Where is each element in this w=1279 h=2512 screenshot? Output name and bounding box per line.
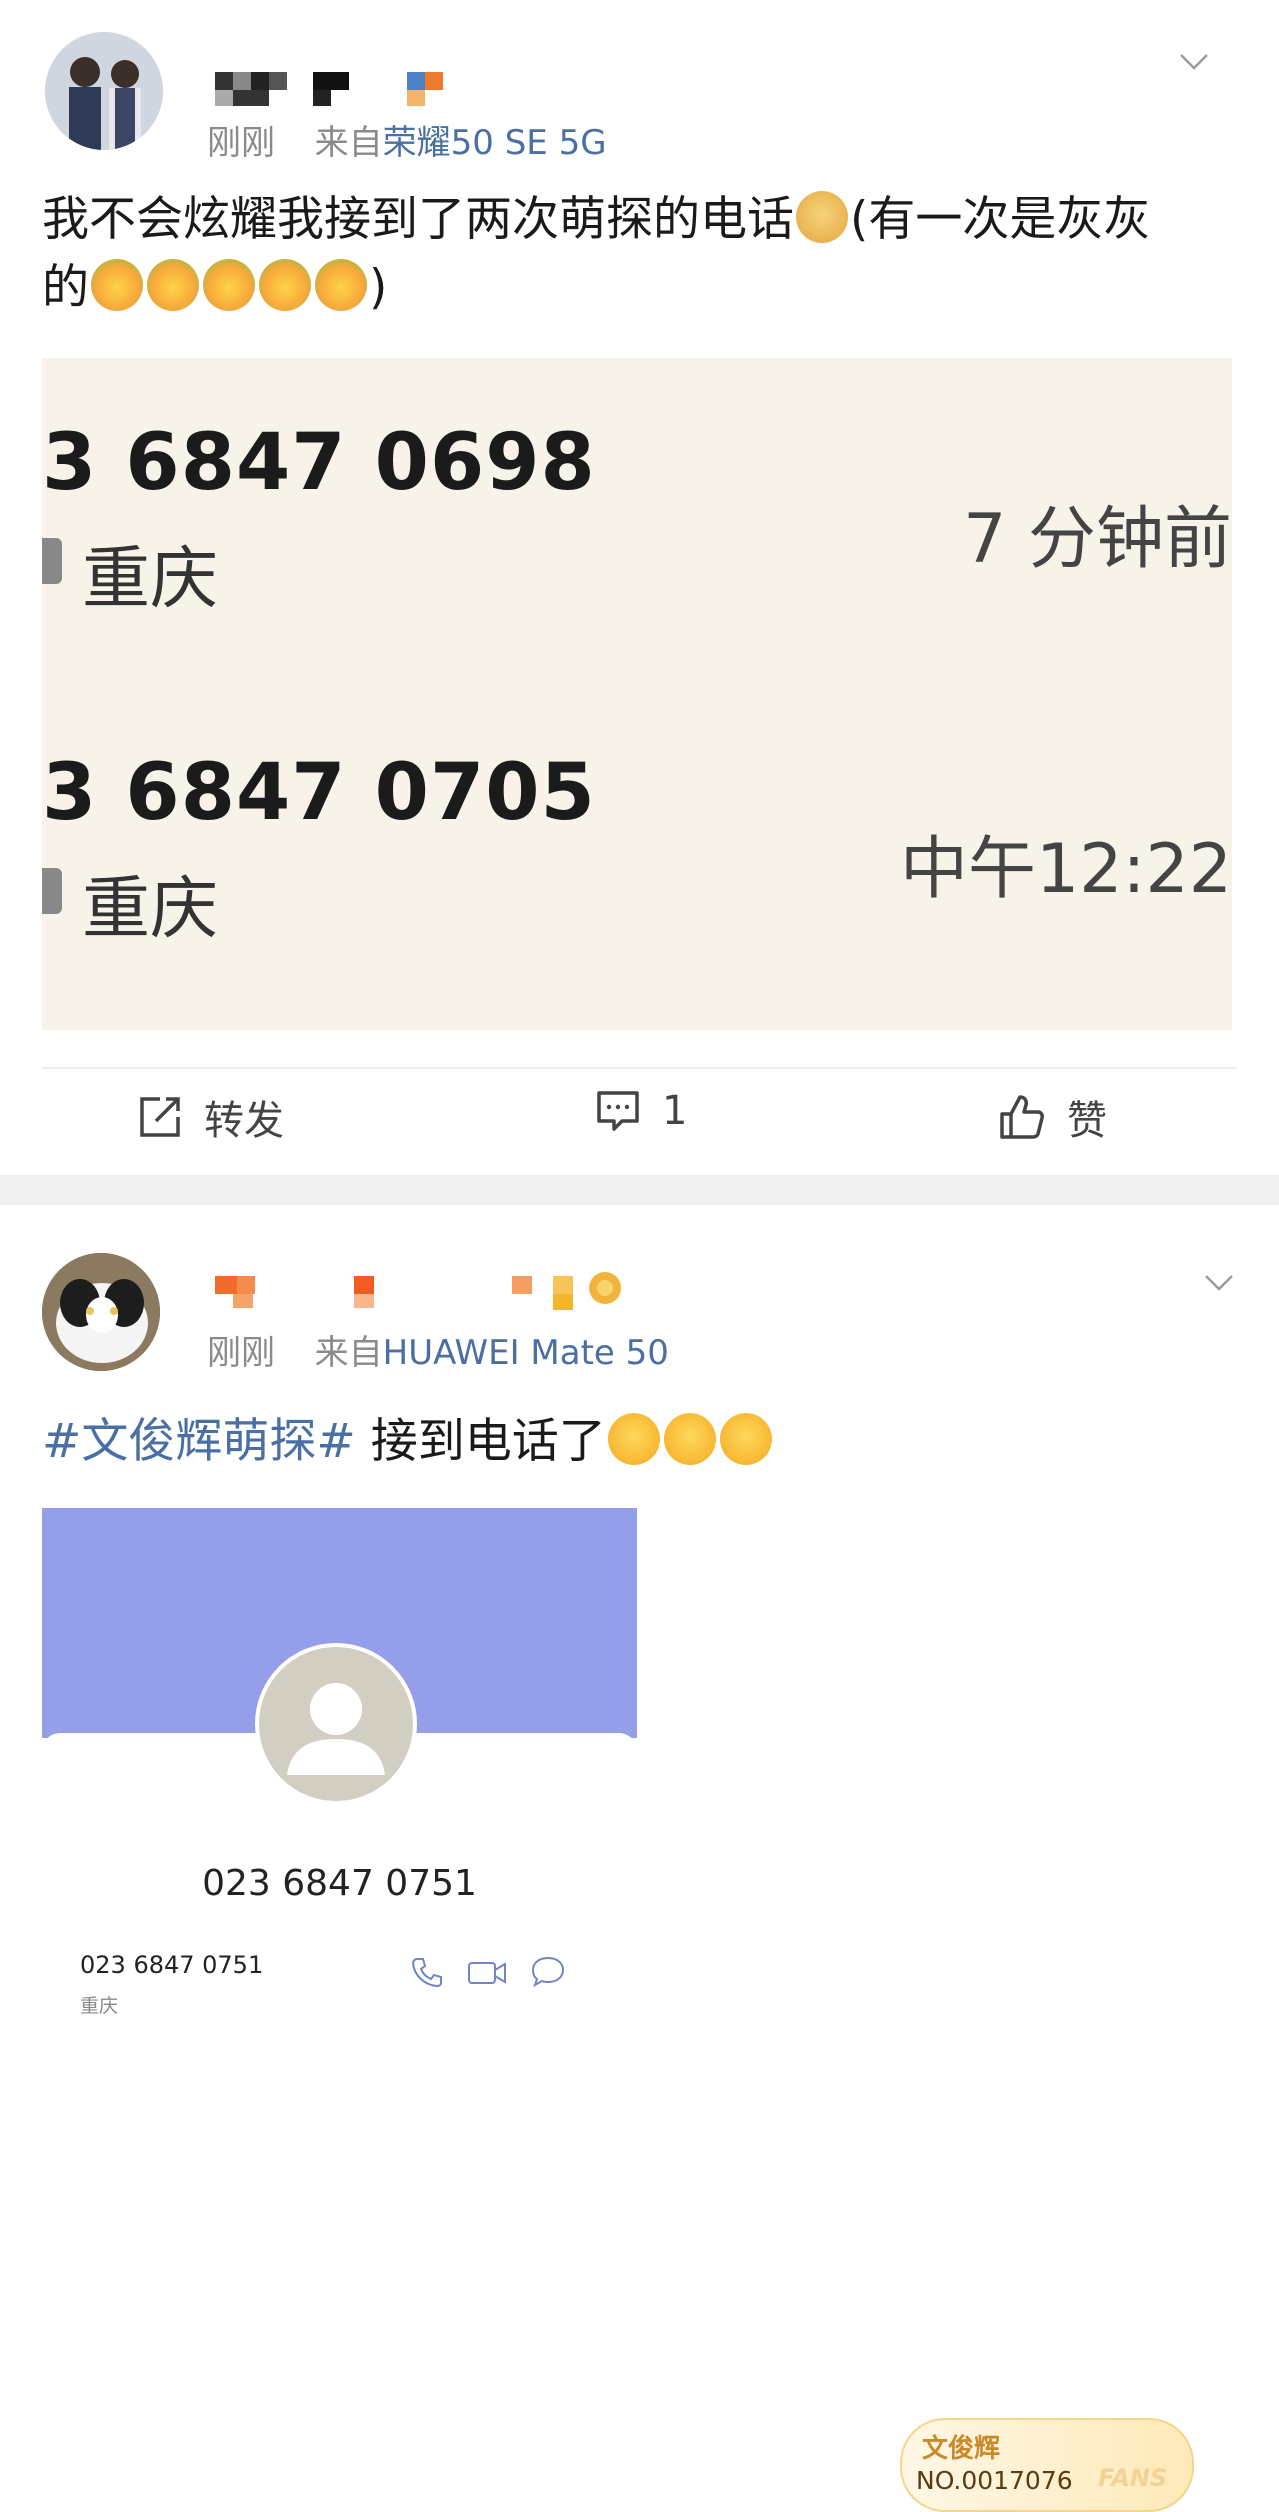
hand-over-mouth-emoji-icon xyxy=(663,1413,716,1465)
like-label: 赞 xyxy=(1067,1098,1107,1144)
post-source-prefix: 来自 xyxy=(314,1333,383,1373)
post-text: 我不会炫耀我接到了两次萌探的电话 (有一次是灰灰 的) xyxy=(42,186,1242,322)
contact-avatar xyxy=(255,1643,417,1805)
post-text: #文俊辉萌探# 接到电话了 xyxy=(42,1408,1242,1476)
post-text-main: 我不会炫耀我接到了两次萌探的电话 xyxy=(42,192,794,247)
username-mosaic[interactable] xyxy=(215,68,465,110)
username-mosaic[interactable] xyxy=(215,1268,635,1312)
contact-city: 重庆 xyxy=(80,1995,119,2017)
post-meta: 刚刚 来自HUAWEI Mate 50 xyxy=(207,1325,669,1374)
comment-count: 1 xyxy=(662,1088,688,1134)
post-time: 刚刚 xyxy=(207,1333,275,1373)
flower-face-emoji-icon xyxy=(147,259,199,311)
user-avatar[interactable] xyxy=(42,1253,160,1371)
thumbs-up-icon xyxy=(1000,1095,1044,1139)
flower-face-emoji-icon xyxy=(203,259,255,311)
comment-button[interactable]: 1 xyxy=(596,1088,687,1134)
call1-city: 重庆 xyxy=(82,540,219,619)
fan-badge-name: 文俊辉 xyxy=(922,2434,1001,2464)
post-separator xyxy=(0,1175,1279,1205)
fan-badge-number: NO.0017076 xyxy=(916,2466,1073,2495)
chevron-down-icon[interactable] xyxy=(1180,54,1208,70)
doge-emoji-icon xyxy=(796,191,848,243)
post-text-de: 的 xyxy=(42,260,89,315)
sim-icon xyxy=(42,538,62,584)
action-divider xyxy=(42,1067,1237,1069)
chevron-down-icon[interactable] xyxy=(1205,1275,1233,1291)
sim-icon xyxy=(42,868,62,914)
flower-face-emoji-icon xyxy=(259,259,311,311)
flower-face-emoji-icon xyxy=(91,259,143,311)
comment-icon xyxy=(597,1091,639,1131)
user-avatar[interactable] xyxy=(45,32,163,150)
hand-over-mouth-emoji-icon xyxy=(607,1413,660,1465)
weibo-post-1: 刚刚 来自荣耀50 SE 5G 我不会炫耀我接到了两次萌探的电话 (有一次是灰灰 … xyxy=(0,0,1279,1175)
phone-icon xyxy=(411,1958,442,1988)
call2-city: 重庆 xyxy=(82,870,219,949)
repost-label: 转发 xyxy=(204,1098,284,1144)
post-meta: 刚刚 来自荣耀50 SE 5G xyxy=(207,115,607,164)
call2-number: 3 6847 0705 xyxy=(42,748,596,838)
contact-screenshot[interactable]: 023 6847 0751 023 6847 0751 重庆 xyxy=(42,1508,637,2043)
contact-small-number: 023 6847 0751 xyxy=(80,1951,264,1979)
post-text-paren: (有一次是灰灰 xyxy=(850,192,1151,247)
flower-face-emoji-icon xyxy=(315,259,367,311)
post-source-device[interactable]: 荣耀50 SE 5G xyxy=(383,123,607,163)
share-icon xyxy=(140,1097,180,1137)
post-source-prefix: 来自 xyxy=(314,123,383,163)
repost-button[interactable]: 转发 xyxy=(138,1088,284,1146)
fan-badge[interactable]: 文俊辉 NO.0017076 FANS xyxy=(900,2418,1194,2512)
call1-time: 7 分钟前 xyxy=(963,500,1232,579)
post-text-main: 接到电话了 xyxy=(355,1414,606,1469)
video-call-icon xyxy=(468,1962,506,1984)
like-button[interactable]: 赞 xyxy=(999,1088,1107,1146)
weibo-post-2: 刚刚 来自HUAWEI Mate 50 #文俊辉萌探# 接到电话了 023 68… xyxy=(0,1205,1279,2512)
call-log-screenshot[interactable]: 3 6847 0698 重庆 7 分钟前 3 6847 0705 重庆 中午12… xyxy=(42,358,1232,1030)
message-icon xyxy=(531,1956,565,1988)
hand-over-mouth-emoji-icon xyxy=(719,1413,772,1465)
post-time: 刚刚 xyxy=(207,123,275,163)
contact-big-number: 023 6847 0751 xyxy=(202,1863,477,1904)
call2-time: 中午12:22 xyxy=(900,830,1232,909)
call1-number: 3 6847 0698 xyxy=(42,418,596,508)
fan-badge-fans: FANS xyxy=(1098,2464,1168,2492)
hashtag-link[interactable]: #文俊辉萌探# xyxy=(42,1414,356,1469)
post-source-device[interactable]: HUAWEI Mate 50 xyxy=(383,1333,669,1373)
post-text-close: ) xyxy=(369,260,388,315)
